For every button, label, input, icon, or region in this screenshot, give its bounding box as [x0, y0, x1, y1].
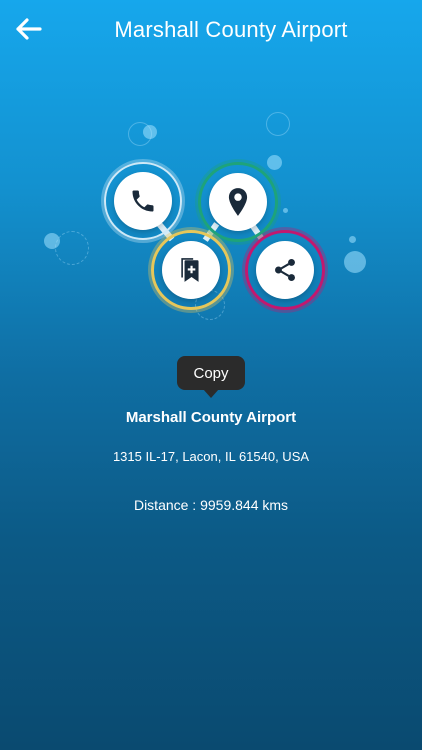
arrow-left-icon [16, 18, 42, 40]
call-button-face [114, 172, 172, 230]
bookmark-button-face [162, 241, 220, 299]
phone-icon [132, 190, 154, 212]
location-button-face [209, 173, 267, 231]
back-button[interactable] [14, 14, 44, 44]
place-address: 1315 IL-17, Lacon, IL 61540, USA [112, 449, 310, 464]
decorative-bubble [266, 112, 290, 136]
share-button[interactable] [245, 230, 325, 310]
header-bar: Marshall County Airport [0, 0, 422, 60]
decorative-bubble [349, 236, 356, 243]
decorative-bubble [128, 122, 152, 146]
copy-tooltip-arrow [203, 389, 219, 398]
copy-tooltip[interactable]: Copy [177, 356, 245, 390]
map-pin-icon [228, 188, 248, 216]
bookmark-button[interactable] [151, 230, 231, 310]
share-button-face [256, 241, 314, 299]
call-button[interactable] [104, 162, 182, 240]
decorative-bubble [344, 251, 366, 273]
share-icon [275, 258, 295, 282]
place-distance: Distance : 9959.844 kms [133, 497, 289, 513]
location-button[interactable] [198, 162, 278, 242]
decorative-bubble [55, 231, 89, 265]
bookmark-add-icon [181, 258, 199, 282]
place-name: Marshall County Airport [125, 409, 297, 426]
decorative-bubble [267, 155, 282, 170]
decorative-bubble [283, 208, 288, 213]
page-title: Marshall County Airport [114, 17, 348, 42]
